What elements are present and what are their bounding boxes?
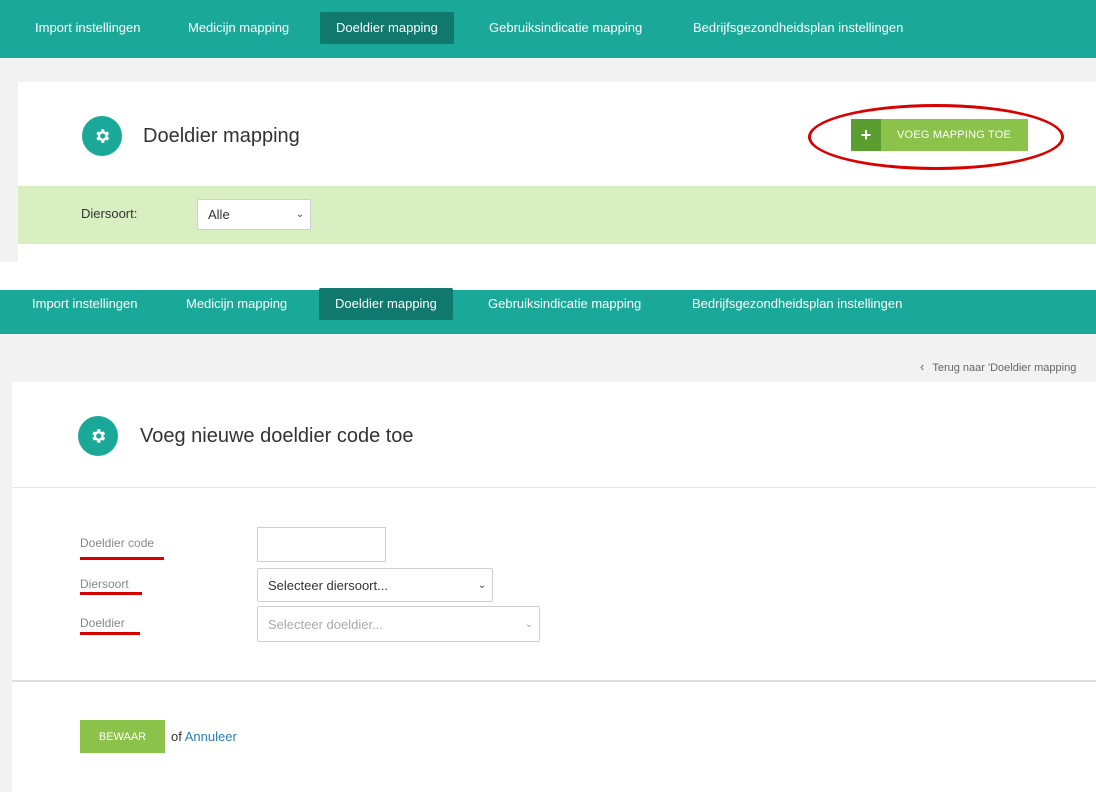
form-divider (12, 680, 1096, 682)
chevron-down-icon: ⌄ (524, 618, 534, 630)
chevron-left-icon: ‹ (920, 359, 925, 374)
doeldier-code-input[interactable] (257, 527, 386, 562)
gear-icon (96, 129, 110, 143)
diersoort-label: Diersoort (80, 577, 129, 591)
doeldier-select[interactable]: Selecteer doeldier... ⌄ (257, 606, 540, 642)
filter-diersoort-value: Alle (208, 207, 230, 222)
screenshot-separator (0, 262, 1096, 290)
top-page-title: Doeldier mapping (143, 125, 300, 147)
filter-diersoort-select[interactable]: Alle ⌄ (197, 199, 311, 230)
or-cancel-text: of Annuleer (171, 729, 237, 744)
doeldier-underline (80, 632, 140, 635)
filter-bar (18, 186, 1096, 244)
doeldier-code-underline (80, 557, 164, 560)
top-nav-bedrijfsgezondheidsplan[interactable]: Bedrijfsgezondheidsplan instellingen (693, 12, 903, 44)
or-text: of (171, 729, 182, 744)
back-link-label: Terug naar 'Doeldier mapping (932, 362, 1077, 374)
chevron-down-icon: ⌄ (477, 579, 487, 591)
doeldier-code-label: Doeldier code (80, 536, 155, 550)
top-title-icon-circle (82, 116, 122, 156)
top-nav-import-instellingen[interactable]: Import instellingen (35, 12, 141, 44)
bottom-nav-gebruiksindicatie-mapping[interactable]: Gebruiksindicatie mapping (488, 288, 641, 320)
bottom-nav-bedrijfsgezondheidsplan[interactable]: Bedrijfsgezondheidsplan instellingen (692, 288, 902, 320)
diersoort-underline (80, 592, 142, 595)
top-nav-doeldier-mapping[interactable]: Doeldier mapping (320, 12, 454, 44)
title-divider (12, 487, 1096, 488)
bottom-nav-medicijn-mapping[interactable]: Medicijn mapping (186, 288, 287, 320)
bottom-nav-import-instellingen[interactable]: Import instellingen (32, 288, 138, 320)
highlight-ellipse-add-button (808, 104, 1064, 170)
diersoort-select[interactable]: Selecteer diersoort... ⌄ (257, 568, 493, 602)
diersoort-select-value: Selecteer diersoort... (268, 577, 388, 593)
gear-icon (92, 429, 106, 443)
bottom-title-icon-circle (78, 416, 118, 456)
doeldier-label: Doeldier (80, 616, 125, 630)
back-link[interactable]: ‹ Terug naar 'Doeldier mapping (920, 359, 1076, 374)
save-button[interactable]: BEWAAR (80, 720, 165, 753)
cancel-link[interactable]: Annuleer (185, 729, 237, 744)
bottom-page-title: Voeg nieuwe doeldier code toe (140, 425, 414, 447)
filter-diersoort-label: Diersoort: (81, 206, 138, 221)
top-nav-medicijn-mapping[interactable]: Medicijn mapping (188, 12, 289, 44)
top-nav-gebruiksindicatie-mapping[interactable]: Gebruiksindicatie mapping (489, 12, 642, 44)
chevron-down-icon: ⌄ (295, 209, 305, 220)
bottom-nav-doeldier-mapping[interactable]: Doeldier mapping (319, 288, 453, 320)
doeldier-select-value: Selecteer doeldier... (268, 616, 383, 632)
